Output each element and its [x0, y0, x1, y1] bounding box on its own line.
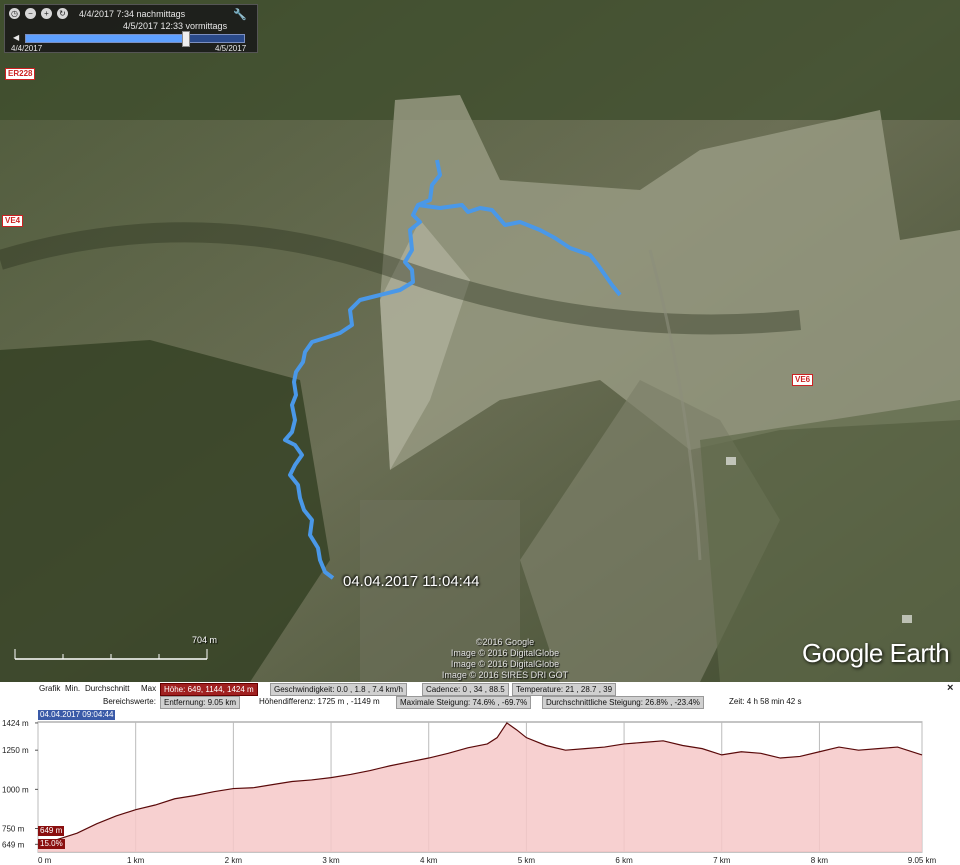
- x-tick-label: 4 km: [420, 856, 438, 865]
- time-end-label: 4/5/2017: [215, 44, 247, 53]
- road-label-ve4: VE4: [2, 215, 24, 227]
- x-tick-label: 0 m: [38, 856, 52, 865]
- elevation-profile-panel[interactable]: Grafik Min. Durchschnitt Max Höhe: 649, …: [0, 682, 960, 865]
- profile-timestamp-badge: 04.04.2017 09:04:44: [38, 710, 116, 720]
- copyright-line: Image © 2016 DigitalGlobe: [450, 659, 560, 669]
- elevation-chart[interactable]: 0 m 1 km 2 km 3 km 4 km 5 km 6 km 7 km 8 km 9.05 …: [0, 720, 960, 865]
- y-tick-label: 1250 m: [2, 746, 29, 755]
- y-tick-label: 750 m: [2, 825, 25, 834]
- x-tick-label: 9.05 km: [908, 856, 937, 865]
- max-steigung-value: Maximale Steigung: 74.6% , -69.7%: [396, 696, 532, 709]
- x-tick-label: 1 km: [127, 856, 145, 865]
- time-current-line1: 4/4/2017 7:34 nachmittags: [79, 9, 186, 19]
- satellite-imagery: [0, 0, 960, 682]
- google-earth-logo: Google Earth: [802, 638, 950, 668]
- clock-icon[interactable]: ◷: [9, 8, 20, 19]
- time-slider-handle[interactable]: [182, 31, 191, 47]
- entfernung-value: Entfernung: 9.05 km: [160, 696, 241, 709]
- time-slider-fill: [26, 35, 186, 42]
- max-label: Max: [141, 684, 157, 693]
- grafik-label: Grafik: [39, 684, 61, 693]
- time-start-label: 4/4/2017: [11, 44, 43, 53]
- copyright-line: ©2016 Google: [475, 637, 535, 647]
- durch-steigung-value: Durchschnittliche Steigung: 26.8% , -23.…: [542, 696, 704, 709]
- time-slider-track[interactable]: [25, 31, 245, 47]
- x-tick-label: 3 km: [322, 856, 340, 865]
- x-tick-label: 8 km: [811, 856, 829, 865]
- x-tick-label: 2 km: [225, 856, 243, 865]
- hover-elevation-badge: 649 m: [38, 826, 65, 836]
- avg-label: Durchschnitt: [85, 684, 130, 693]
- imagery-copyright: ©2016 Google Image © 2016 DigitalGlobe I…: [420, 637, 590, 681]
- zoom-out-icon[interactable]: −: [25, 8, 36, 19]
- road-label-er228: ER228: [5, 68, 36, 80]
- y-tick-label: 1424 m: [2, 720, 29, 728]
- bereichswerte-label: Bereichswerte:: [103, 697, 156, 706]
- map-scale-bar: [14, 649, 208, 660]
- x-tick-label: 7 km: [713, 856, 731, 865]
- hoehendifferenz-value: Höhendifferenz: 1725 m , -1149 m: [259, 697, 380, 706]
- stats-row-graph: Grafik Min. Durchschnitt Max Höhe: 649, …: [0, 682, 960, 696]
- x-tick-label: 5 km: [518, 856, 536, 865]
- map-scale-label: 704 m: [192, 635, 218, 645]
- min-label: Min.: [65, 684, 81, 693]
- map-view[interactable]: ◷ − + ↻ 4/4/2017 7:34 nachmittags 4/5/20…: [0, 0, 960, 682]
- copyright-line: Image © 2016 SIRES DRI GOT: [441, 670, 569, 680]
- road-label-ve6: VE6: [792, 374, 814, 386]
- track-start-timestamp: 04.04.2017 11:04:44: [343, 573, 480, 590]
- zoom-in-icon[interactable]: +: [41, 8, 52, 19]
- hover-grade-badge: 15.0%: [38, 839, 65, 849]
- stats-row-range: Bereichswerte: Entfernung: 9.05 km Höhen…: [0, 695, 960, 709]
- zeit-value: Zeit: 4 h 58 min 42 s: [729, 697, 802, 706]
- settings-wrench-icon[interactable]: 🔧: [233, 8, 247, 21]
- y-tick-label: 649 m: [2, 840, 25, 849]
- close-icon[interactable]: ×: [947, 682, 953, 694]
- step-back-icon[interactable]: ◀: [13, 33, 19, 42]
- copyright-line: Image © 2016 DigitalGlobe: [450, 648, 560, 658]
- time-slider-panel[interactable]: ◷ − + ↻ 4/4/2017 7:34 nachmittags 4/5/20…: [4, 4, 258, 53]
- time-current-line2: 4/5/2017 12:33 vormittags: [123, 21, 228, 31]
- y-tick-label: 1000 m: [2, 785, 29, 794]
- refresh-icon[interactable]: ↻: [57, 8, 68, 19]
- x-tick-label: 6 km: [615, 856, 633, 865]
